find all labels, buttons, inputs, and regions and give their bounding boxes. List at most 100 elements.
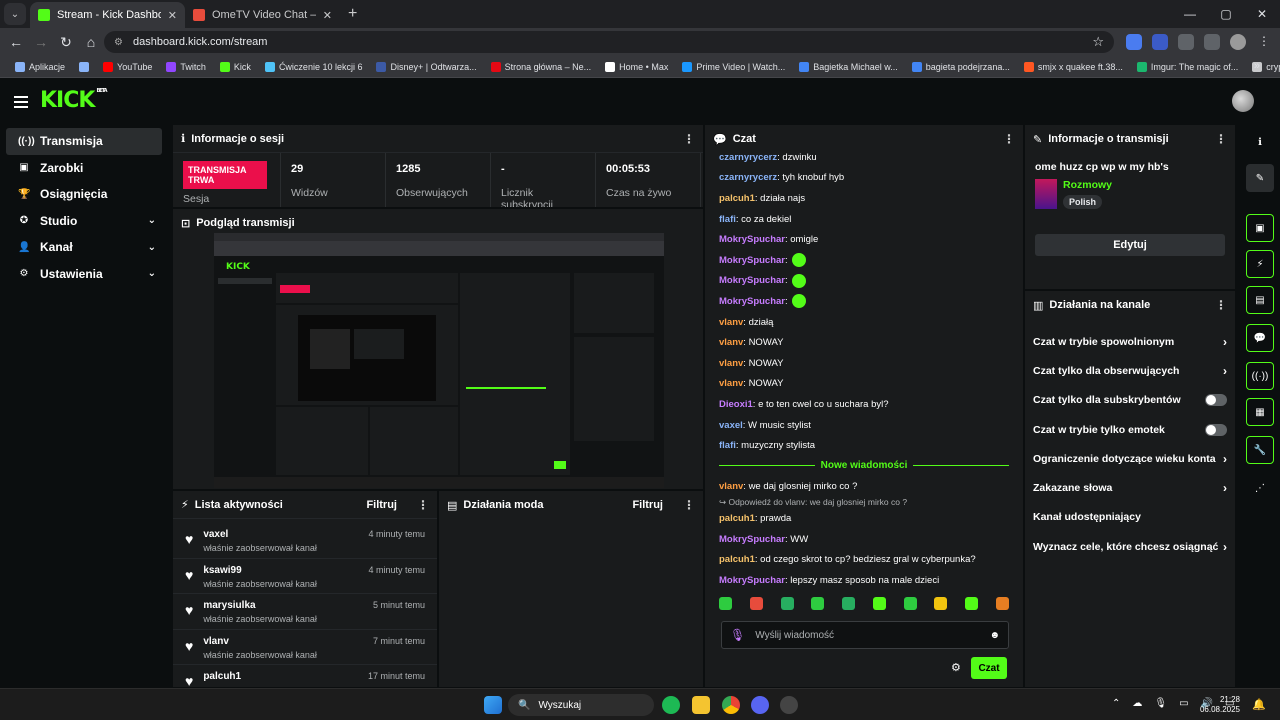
- chat-message[interactable]: vlanv: we daj glosniej mirko co ?: [719, 476, 1009, 497]
- channel-action-item[interactable]: Czat w trybie tylko emotek: [1025, 415, 1235, 444]
- chat-username[interactable]: palcuh1: [719, 554, 755, 565]
- chat-username[interactable]: flafi: [719, 440, 736, 451]
- discord-icon[interactable]: [751, 696, 769, 714]
- chat-username[interactable]: MokrySpuchar: [719, 534, 785, 545]
- chat-message[interactable]: flafi: co za dekiel: [719, 209, 1009, 230]
- activity-user[interactable]: palcuh1: [203, 671, 241, 682]
- bookmark-item[interactable]: smjx x quakee ft.38...: [1017, 61, 1130, 72]
- channel-action-item[interactable]: Ograniczenie dotyczące wieku konta ›: [1025, 444, 1235, 473]
- chrome-icon[interactable]: [722, 696, 740, 714]
- chat-username[interactable]: MokrySpuchar: [719, 296, 785, 307]
- activity-item[interactable]: ♥ marysiulka właśnie zaobserwował kanał 5 m…: [173, 594, 437, 630]
- chat-input[interactable]: 🎙 Wyślij wiadomość ☻: [721, 621, 1009, 649]
- emote-icon[interactable]: [749, 596, 763, 610]
- minimize-icon[interactable]: —: [1172, 0, 1208, 28]
- chat-message[interactable]: MokrySpuchar: omigle: [719, 229, 1009, 250]
- layout-rail-icon[interactable]: ▦: [1246, 398, 1274, 426]
- chat-username[interactable]: vlanv: [719, 337, 743, 348]
- emote-icon[interactable]: [965, 596, 979, 610]
- emote-icon[interactable]: [934, 596, 948, 610]
- reload-icon[interactable]: ↻: [54, 34, 78, 51]
- chat-message[interactable]: MokrySpuchar: WW: [719, 529, 1009, 550]
- shortcut-rail-icon[interactable]: ▣: [1246, 214, 1274, 242]
- toggle-switch[interactable]: [1205, 423, 1227, 436]
- new-tab-icon[interactable]: +: [348, 5, 357, 23]
- close-window-icon[interactable]: ✕: [1244, 0, 1280, 28]
- emote-icon[interactable]: [780, 596, 794, 610]
- activity-user[interactable]: marysiulka: [203, 600, 317, 611]
- mod-filter-button[interactable]: Filtruj: [632, 499, 663, 511]
- channel-action-item[interactable]: Czat w trybie spowolnionym ›: [1025, 327, 1235, 356]
- chat-username[interactable]: Dieoxi1: [719, 399, 753, 410]
- bookmark-item[interactable]: Disney+ | Odtwarza...: [369, 61, 483, 72]
- file-explorer-icon[interactable]: [692, 696, 710, 714]
- chat-message[interactable]: vlanv: NOWAY: [719, 332, 1009, 353]
- chat-message[interactable]: vlanv: NOWAY: [719, 374, 1009, 395]
- activity-user[interactable]: vlanv: [203, 636, 317, 647]
- profile-avatar-icon[interactable]: [1230, 34, 1246, 50]
- category-link[interactable]: Rozmowy: [1063, 179, 1112, 191]
- chat-username[interactable]: palcuh1: [719, 513, 755, 524]
- browser-tab[interactable]: OmeTV Video Chat — Ome ✕: [185, 2, 340, 28]
- chat-message[interactable]: MokrySpuchar:: [719, 250, 1009, 271]
- streaminfo-more-icon[interactable]: ⋮: [1215, 132, 1227, 146]
- mic-tray-icon[interactable]: 🎙: [1154, 698, 1167, 709]
- chevron-down-icon[interactable]: ⌄: [148, 242, 156, 253]
- media-icon[interactable]: [1204, 34, 1220, 50]
- chat-username[interactable]: vlanv: [719, 358, 743, 369]
- bookmark-item[interactable]: crypto: [1245, 61, 1280, 72]
- chat-username[interactable]: palcuh1: [719, 193, 755, 204]
- chat-username[interactable]: flafi: [719, 214, 736, 225]
- tab-search-icon[interactable]: ⌄: [4, 3, 26, 25]
- activity-more-icon[interactable]: ⋮: [417, 498, 429, 512]
- browser-tab[interactable]: Stream - Kick Dashboard ✕: [30, 2, 185, 28]
- bookmark-item[interactable]: Imgur: The magic of...: [1130, 61, 1245, 72]
- chat-message[interactable]: MokrySpuchar: lepszy masz sposob na male…: [719, 570, 1009, 591]
- bookmark-item[interactable]: Kick: [213, 61, 258, 72]
- extension-icon[interactable]: [1126, 34, 1142, 50]
- bookmark-item[interactable]: YouTube: [96, 61, 159, 72]
- channel-action-item[interactable]: Zakazane słowa ›: [1025, 473, 1235, 502]
- chat-message[interactable]: czarnyrycerz: dzwinku: [719, 147, 1009, 168]
- new-messages-divider[interactable]: Nowe wiadomości: [719, 456, 1009, 476]
- bookmark-item[interactable]: Twitch: [159, 61, 213, 72]
- site-info-icon[interactable]: ⚙: [114, 37, 123, 48]
- channel-action-item[interactable]: Czat tylko dla obserwujących ›: [1025, 356, 1235, 385]
- broadcast-rail-icon[interactable]: ((·)): [1246, 362, 1274, 390]
- bookmark-item[interactable]: Home • Max: [598, 61, 675, 72]
- home-icon[interactable]: ⌂: [79, 34, 103, 50]
- bookmark-star-icon[interactable]: ☆: [1092, 34, 1104, 50]
- info-rail-icon[interactable]: ℹ: [1246, 128, 1274, 156]
- chevron-down-icon[interactable]: ⌄: [148, 215, 156, 226]
- chat-settings-icon[interactable]: ⚙: [951, 661, 961, 674]
- emote-icon[interactable]: [872, 596, 886, 610]
- back-icon[interactable]: ←: [4, 34, 28, 50]
- extension-icon[interactable]: [1152, 34, 1168, 50]
- chat-username[interactable]: MokrySpuchar: [719, 234, 785, 245]
- channel-actions-more-icon[interactable]: ⋮: [1215, 298, 1227, 312]
- tray-chevron-icon[interactable]: ⌃: [1112, 698, 1120, 709]
- sidebar-item-transmisja[interactable]: ((·)) Transmisja: [6, 128, 162, 155]
- channel-action-item[interactable]: Czat tylko dla subskrybentów: [1025, 386, 1235, 415]
- activity-item[interactable]: ♥ ksawi99 właśnie zaobserwował kanał 4 minu…: [173, 559, 437, 594]
- activity-filter-button[interactable]: Filtruj: [366, 499, 397, 511]
- hamburger-menu-icon[interactable]: [14, 96, 28, 111]
- chat-message[interactable]: MokrySpuchar:: [719, 291, 1009, 312]
- sidebar-item-studio[interactable]: ✪ Studio ⌄: [6, 208, 162, 235]
- cloud-icon[interactable]: ☁: [1132, 698, 1142, 709]
- bookmark-item[interactable]: Bagietka Michael w...: [792, 61, 905, 72]
- taskbar-search[interactable]: 🔍 Wyszukaj: [508, 694, 654, 716]
- mod-more-icon[interactable]: ⋮: [683, 498, 695, 512]
- session-more-icon[interactable]: ⋮: [683, 132, 695, 146]
- chat-username[interactable]: vaxel: [719, 420, 743, 431]
- emote-icon[interactable]: [903, 596, 917, 610]
- chat-username[interactable]: vlanv: [719, 378, 743, 389]
- chat-username[interactable]: czarnyrycerz: [719, 172, 777, 183]
- chat-message[interactable]: vlanv: działą: [719, 312, 1009, 333]
- chat-message[interactable]: vlanv: NOWAY: [719, 353, 1009, 374]
- edit-stream-button[interactable]: Edytuj: [1035, 234, 1225, 256]
- document-rail-icon[interactable]: ▤: [1246, 286, 1274, 314]
- network-icon[interactable]: ▭: [1179, 698, 1188, 709]
- channel-action-item[interactable]: Kanał udostępniający: [1025, 503, 1235, 532]
- channel-action-item[interactable]: Wyznacz cele, które chcesz osiągnąć ›: [1025, 532, 1235, 561]
